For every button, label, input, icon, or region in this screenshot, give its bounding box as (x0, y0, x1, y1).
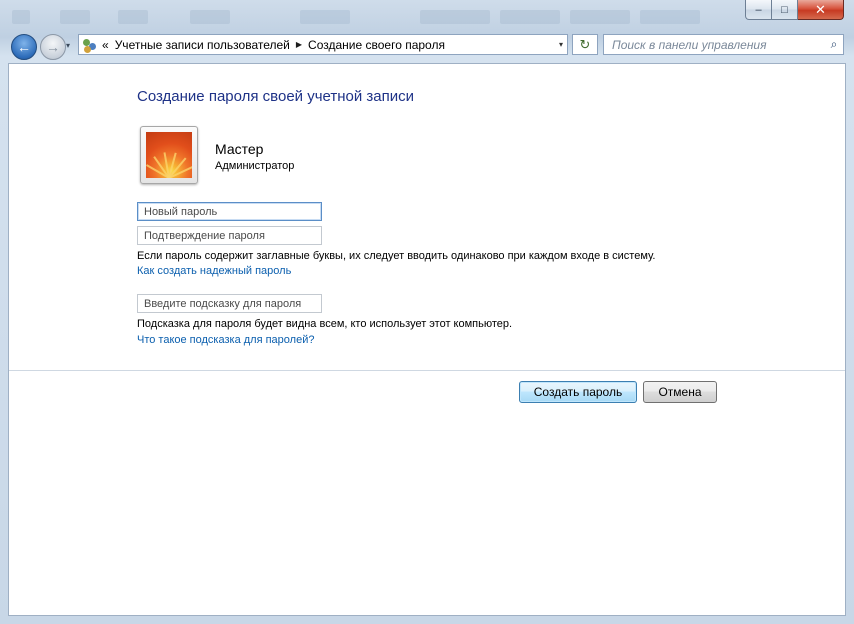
strong-password-link[interactable]: Как создать надежный пароль (137, 265, 291, 277)
new-password-field[interactable] (137, 202, 322, 221)
refresh-icon: ↻ (579, 36, 591, 52)
minimize-button[interactable]: – (745, 0, 772, 20)
arrow-right-icon: → (46, 39, 60, 55)
search-icon[interactable]: ⌕ (825, 37, 843, 52)
content-pane: Создание пароля своей учетной записи Мас… (8, 63, 846, 616)
breadcrumb-user-accounts[interactable]: Учетные записи пользователей (115, 38, 290, 52)
window-frame: – □ ✕ ← → ▾ « Учетные записи пользовател… (0, 0, 854, 624)
forward-button[interactable]: → (40, 34, 66, 60)
maximize-icon: □ (781, 3, 788, 16)
maximize-button[interactable]: □ (772, 0, 798, 20)
hint-note: Подсказка для пароля будет видна всем, к… (137, 318, 513, 330)
flower-picture (146, 132, 192, 178)
arrow-left-icon: ← (17, 39, 31, 55)
user-accounts-icon (82, 37, 98, 53)
close-icon: ✕ (815, 1, 826, 17)
chevron-down-icon: ▾ (66, 41, 71, 50)
page-title: Создание пароля своей учетной записи (137, 88, 415, 105)
address-bar[interactable]: « Учетные записи пользователей ▶ Создани… (78, 34, 568, 55)
recent-pages-dropdown[interactable]: ▾ (66, 41, 70, 50)
refresh-button[interactable]: ↻ (572, 34, 598, 55)
confirm-password-field[interactable] (137, 226, 322, 245)
breadcrumb-separator-icon[interactable]: ▶ (296, 40, 302, 49)
address-dropdown-icon[interactable]: ▾ (559, 40, 563, 49)
create-password-button[interactable]: Создать пароль (519, 381, 637, 403)
background-toolbar-ghost (0, 0, 740, 32)
hint-help-link[interactable]: Что такое подсказка для паролей? (137, 334, 314, 346)
avatar (140, 126, 198, 184)
password-hint-field[interactable] (137, 294, 322, 313)
user-name: Мастер (215, 141, 264, 157)
divider (9, 370, 845, 371)
caps-note: Если пароль содержит заглавные буквы, их… (137, 250, 656, 262)
search-box[interactable]: Поиск в панели управления ⌕ (603, 34, 844, 55)
search-input[interactable]: Поиск в панели управления (612, 38, 825, 52)
close-button[interactable]: ✕ (798, 0, 844, 20)
minimize-icon: – (755, 3, 762, 16)
address-overflow[interactable]: « (102, 38, 109, 52)
cancel-button[interactable]: Отмена (643, 381, 717, 403)
breadcrumb-create-password[interactable]: Создание своего пароля (308, 38, 445, 52)
window-controls: – □ ✕ (745, 0, 844, 20)
user-role: Администратор (215, 160, 295, 172)
back-button[interactable]: ← (11, 34, 37, 60)
